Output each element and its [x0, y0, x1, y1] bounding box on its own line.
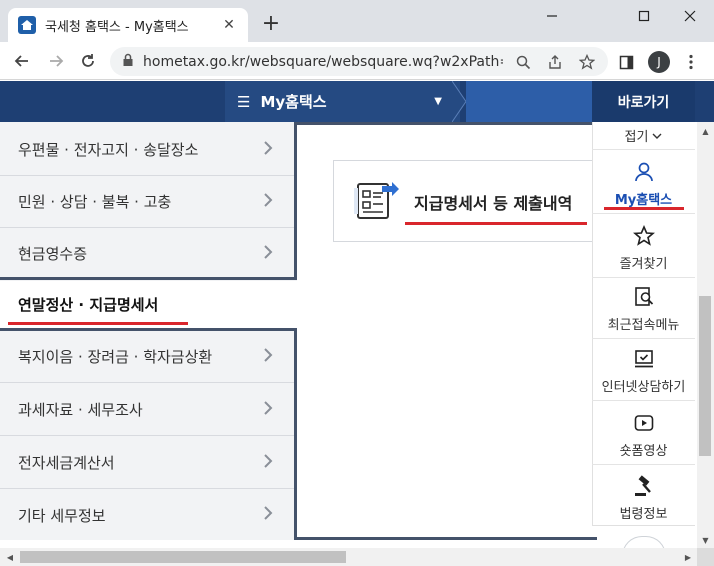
- menu-item-welfare[interactable]: 복지이음 · 장려금 · 학자금상환: [0, 331, 297, 383]
- page-bottom-strip: [0, 540, 697, 548]
- star-icon: [632, 225, 655, 246]
- menu-item-tax-data[interactable]: 과세자료 · 세무조사: [0, 384, 297, 436]
- profile-avatar[interactable]: J: [648, 51, 670, 73]
- window-close-icon[interactable]: [668, 4, 712, 28]
- chevron-right-icon: [264, 193, 273, 207]
- menu-item-label: 연말정산 · 지급명세서: [18, 296, 159, 314]
- new-tab-button[interactable]: +: [258, 12, 284, 38]
- quick-active-underline: [604, 207, 684, 210]
- hometax-favicon-icon: [18, 16, 36, 34]
- quick-shortform-video[interactable]: 숏폼영상: [592, 402, 695, 465]
- back-icon[interactable]: [10, 49, 34, 73]
- browser-menu-icon[interactable]: [682, 53, 700, 71]
- scroll-left-arrow-icon[interactable]: ◀: [3, 550, 17, 564]
- browser-tab[interactable]: 국세청 홈택스 - My홈택스 ✕: [8, 8, 248, 42]
- minimize-icon[interactable]: [530, 4, 574, 28]
- scrollbar-corner: [697, 548, 714, 566]
- search-page-icon[interactable]: [514, 53, 532, 71]
- scroll-up-arrow-icon[interactable]: ▲: [697, 124, 714, 138]
- scroll-down-arrow-icon[interactable]: ▼: [697, 533, 714, 547]
- chevron-right-icon: [264, 348, 273, 362]
- quick-item-label: 최근접속메뉴: [607, 318, 680, 333]
- side-panel-icon[interactable]: [617, 53, 635, 71]
- share-icon[interactable]: [546, 53, 564, 71]
- url-text: hometax.go.kr/websquare/websquare.wq?w2x…: [143, 53, 503, 70]
- url-omnibox[interactable]: hometax.go.kr/websquare/websquare.wq?w2x…: [110, 47, 608, 76]
- chevron-right-icon: [264, 454, 273, 468]
- quick-item-label: 숏폼영상: [619, 444, 668, 459]
- menu-item-label: 우편물 · 전자고지 · 송달장소: [18, 141, 199, 159]
- header-accent-area: [466, 81, 592, 122]
- quick-favorites[interactable]: 즐겨찾기: [592, 215, 695, 278]
- my-hometax-menu-label: My홈택스: [260, 93, 327, 111]
- vertical-scroll-thumb[interactable]: [699, 296, 711, 456]
- menu-item-mail[interactable]: 우편물 · 전자고지 · 송달장소: [0, 124, 297, 176]
- menu-item-label: 과세자료 · 세무조사: [18, 401, 143, 419]
- person-icon: [634, 162, 653, 182]
- menu-item-other[interactable]: 기타 세무정보: [0, 489, 297, 541]
- quick-recent-menu[interactable]: 최근접속메뉴: [592, 276, 695, 339]
- tab-title: 국세청 홈택스 - My홈택스: [45, 19, 189, 35]
- chevron-right-icon: [264, 401, 273, 415]
- menu-item-civil[interactable]: 민원 · 상담 · 불복 · 고충: [0, 176, 297, 228]
- quick-internet-consult[interactable]: 인터넷상담하기: [592, 338, 695, 401]
- reload-icon[interactable]: [76, 49, 100, 73]
- card-title: 지급명세서 등 제출내역: [414, 194, 573, 213]
- menu-item-label: 민원 · 상담 · 불복 · 고충: [18, 193, 172, 211]
- menu-item-label: 전자세금계산서: [18, 454, 115, 472]
- maximize-icon[interactable]: [622, 4, 666, 28]
- document-submit-icon: [354, 182, 399, 219]
- fold-button[interactable]: 접기: [592, 122, 695, 150]
- bookmark-star-icon[interactable]: [578, 53, 596, 71]
- forward-icon[interactable]: [44, 49, 68, 73]
- card-title-underline: [405, 222, 587, 225]
- menu-item-label: 기타 세무정보: [18, 506, 106, 525]
- quick-item-label: 인터넷상담하기: [601, 380, 686, 395]
- quick-item-label: My홈택스: [614, 193, 673, 208]
- hamburger-icon: ☰: [237, 92, 251, 111]
- menu-item-year-end[interactable]: 연말정산 · 지급명세서: [0, 281, 297, 328]
- menu-item-cash-receipt[interactable]: 현금영수증: [0, 228, 297, 280]
- quick-item-label: 법령정보: [619, 507, 668, 522]
- play-icon: [634, 415, 653, 431]
- chevron-right-icon: [264, 245, 273, 259]
- scroll-right-arrow-icon[interactable]: ▶: [681, 550, 695, 564]
- menu-item-label: 복지이음 · 장려금 · 학자금상환: [18, 348, 213, 366]
- menu-item-label: 현금영수증: [18, 245, 88, 263]
- active-menu-underline: [8, 322, 188, 325]
- quick-my-hometax[interactable]: My홈택스: [592, 151, 695, 214]
- caret-down-icon: ▼: [434, 96, 442, 107]
- monitor-check-icon: [634, 350, 653, 368]
- header-arrow-divider: [452, 81, 466, 122]
- quick-law-info[interactable]: 법령정보: [592, 465, 695, 528]
- quick-item-label: 즐겨찾기: [619, 257, 668, 272]
- menu-item-e-invoice[interactable]: 전자세금계산서: [0, 437, 297, 489]
- fold-label: 접기: [624, 130, 649, 145]
- shortcut-button[interactable]: 바로가기: [592, 81, 695, 122]
- lock-icon: [122, 53, 134, 71]
- chevron-right-icon: [264, 141, 273, 155]
- tab-close-icon[interactable]: ✕: [218, 14, 240, 36]
- chevron-right-icon: [264, 506, 273, 520]
- gavel-icon: [634, 475, 651, 496]
- chevron-down-icon: [652, 133, 662, 139]
- my-hometax-menu-button[interactable]: ☰ My홈택스 ▼: [225, 81, 460, 122]
- horizontal-scroll-thumb[interactable]: [20, 551, 346, 563]
- recent-search-icon: [634, 287, 653, 306]
